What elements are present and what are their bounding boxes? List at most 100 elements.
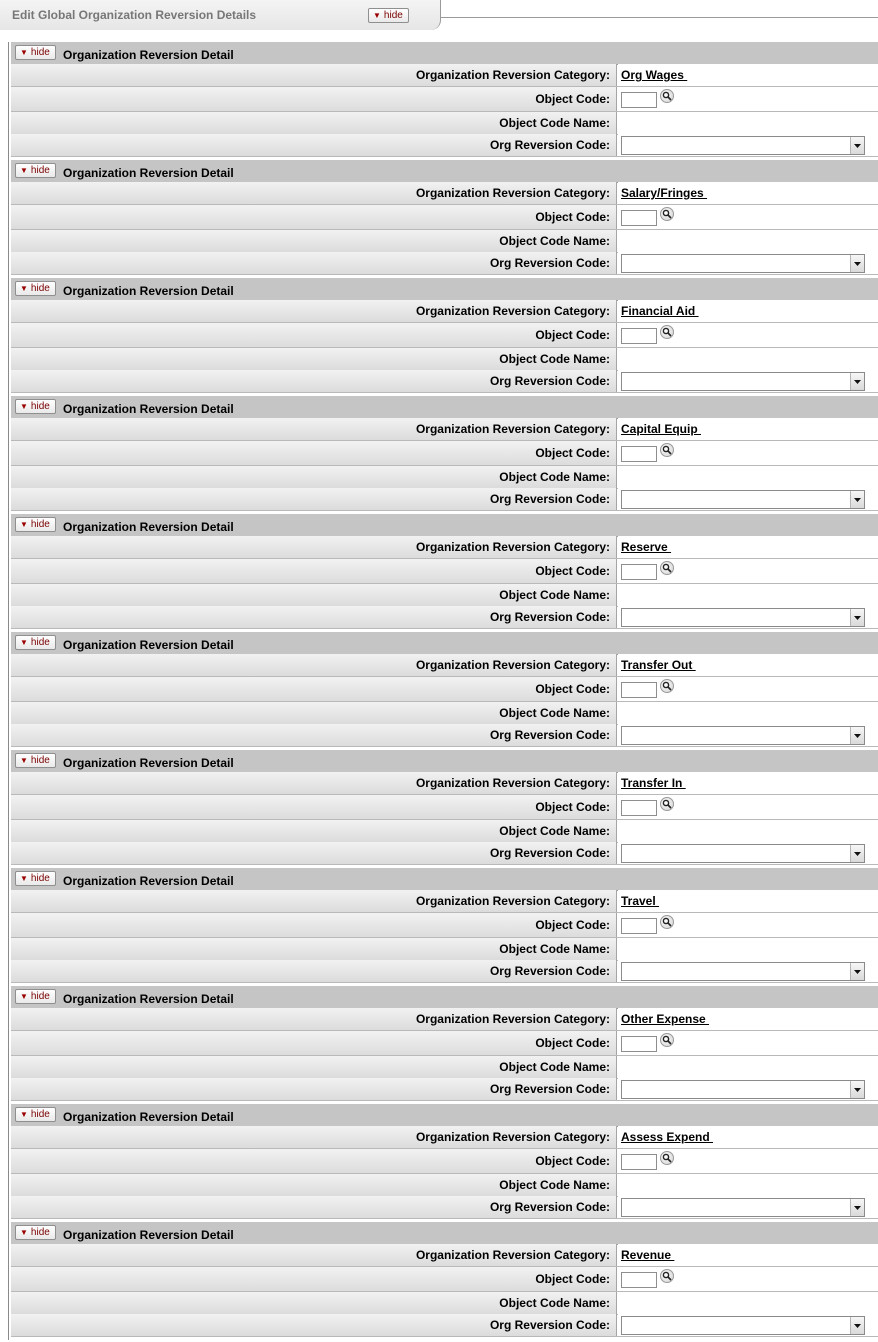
org-reversion-code-select[interactable] (621, 1080, 865, 1099)
org-reversion-code-select[interactable] (621, 726, 865, 745)
org-reversion-code-value-cell (618, 960, 878, 982)
org-reversion-code-row: Org Reversion Code: (11, 724, 878, 747)
magnifier-icon[interactable] (660, 207, 674, 221)
category-row: Organization Reversion Category: Travel (11, 890, 878, 913)
object-code-value-cell (618, 1031, 878, 1055)
object-code-label: Object Code: (11, 441, 617, 465)
magnifier-icon[interactable] (660, 679, 674, 693)
org-reversion-code-label: Org Reversion Code: (11, 134, 617, 156)
section-title: Organization Reversion Detail (63, 992, 234, 1006)
org-reversion-code-select[interactable] (621, 1316, 865, 1335)
object-code-value-cell (618, 559, 878, 583)
category-value-cell: Other Expense (618, 1008, 878, 1030)
org-reversion-code-select[interactable] (621, 372, 865, 391)
section-hide-button[interactable]: ▼ hide (15, 1225, 56, 1240)
object-code-input[interactable] (621, 1272, 657, 1288)
magnifier-icon[interactable] (660, 325, 674, 339)
object-code-input[interactable] (621, 918, 657, 934)
object-code-name-value (618, 702, 878, 724)
magnifier-icon[interactable] (660, 443, 674, 457)
org-reversion-code-value-cell (618, 606, 878, 628)
magnifier-icon[interactable] (660, 89, 674, 103)
category-value-cell: Salary/Fringes (618, 182, 878, 204)
category-link[interactable]: Capital Equip (621, 422, 701, 436)
section-hide-button[interactable]: ▼ hide (15, 517, 56, 532)
category-link[interactable]: Other Expense (621, 1012, 709, 1026)
object-code-name-row: Object Code Name: (11, 820, 878, 843)
triangle-down-icon: ▼ (20, 284, 28, 293)
object-code-row: Object Code: (11, 205, 878, 230)
object-code-input[interactable] (621, 564, 657, 580)
object-code-name-row: Object Code Name: (11, 1056, 878, 1079)
magnifier-icon[interactable] (660, 1151, 674, 1165)
category-label: Organization Reversion Category: (11, 1008, 617, 1030)
magnifier-icon[interactable] (660, 1269, 674, 1283)
section-hide-button[interactable]: ▼ hide (15, 45, 56, 60)
section-hide-button[interactable]: ▼ hide (15, 753, 56, 768)
object-code-label: Object Code: (11, 559, 617, 583)
category-link[interactable]: Transfer Out (621, 658, 696, 672)
category-link[interactable]: Financial Aid (621, 304, 699, 318)
org-reversion-code-select[interactable] (621, 844, 865, 863)
hide-button-label: hide (30, 401, 50, 412)
category-link[interactable]: Revenue (621, 1248, 674, 1262)
object-code-input[interactable] (621, 800, 657, 816)
object-code-value-cell (618, 795, 878, 819)
org-reversion-code-row: Org Reversion Code: (11, 370, 878, 393)
triangle-down-icon: ▼ (20, 1110, 28, 1119)
section-hide-button[interactable]: ▼ hide (15, 871, 56, 886)
org-reversion-code-label: Org Reversion Code: (11, 724, 617, 746)
object-code-name-value (618, 1056, 878, 1078)
org-reversion-code-select[interactable] (621, 608, 865, 627)
category-link[interactable]: Reserve (621, 540, 671, 554)
object-code-input[interactable] (621, 682, 657, 698)
section-hide-button[interactable]: ▼ hide (15, 635, 56, 650)
category-link[interactable]: Org Wages (621, 68, 687, 82)
object-code-input[interactable] (621, 92, 657, 108)
object-code-label: Object Code: (11, 677, 617, 701)
section-header: ▼ hide Organization Reversion Detail (11, 986, 878, 1009)
section-title: Organization Reversion Detail (63, 638, 234, 652)
category-link[interactable]: Transfer In (621, 776, 686, 790)
section-hide-button[interactable]: ▼ hide (15, 989, 56, 1004)
triangle-down-icon: ▼ (20, 166, 28, 175)
org-reversion-code-select[interactable] (621, 1198, 865, 1217)
section-hide-button[interactable]: ▼ hide (15, 163, 56, 178)
object-code-input[interactable] (621, 446, 657, 462)
category-link[interactable]: Salary/Fringes (621, 186, 707, 200)
magnifier-icon[interactable] (660, 915, 674, 929)
section-hide-button[interactable]: ▼ hide (15, 281, 56, 296)
magnifier-icon[interactable] (660, 1033, 674, 1047)
org-reversion-detail-section: ▼ hide Organization Reversion Detail Orga… (8, 868, 878, 986)
org-reversion-code-select[interactable] (621, 490, 865, 509)
object-code-row: Object Code: (11, 1149, 878, 1174)
org-reversion-code-value-cell (618, 370, 878, 392)
section-hide-button[interactable]: ▼ hide (15, 399, 56, 414)
object-code-input[interactable] (621, 210, 657, 226)
category-label: Organization Reversion Category: (11, 1244, 617, 1266)
section-header: ▼ hide Organization Reversion Detail (11, 514, 878, 537)
magnifier-icon[interactable] (660, 561, 674, 575)
org-reversion-code-row: Org Reversion Code: (11, 1078, 878, 1101)
category-link[interactable]: Assess Expend (621, 1130, 713, 1144)
magnifier-icon[interactable] (660, 797, 674, 811)
chevron-down-icon (850, 373, 864, 390)
org-reversion-code-label: Org Reversion Code: (11, 252, 617, 274)
object-code-label: Object Code: (11, 1149, 617, 1173)
object-code-input[interactable] (621, 1036, 657, 1052)
org-reversion-code-select[interactable] (621, 962, 865, 981)
tab-hide-button[interactable]: ▼ hide (368, 8, 409, 23)
category-label: Organization Reversion Category: (11, 1126, 617, 1148)
section-hide-button[interactable]: ▼ hide (15, 1107, 56, 1122)
object-code-name-value (618, 1174, 878, 1196)
hide-button-label: hide (30, 1227, 50, 1238)
object-code-input[interactable] (621, 1154, 657, 1170)
org-reversion-code-select[interactable] (621, 254, 865, 273)
object-code-row: Object Code: (11, 87, 878, 112)
object-code-input[interactable] (621, 328, 657, 344)
category-link[interactable]: Travel (621, 894, 659, 908)
section-title: Organization Reversion Detail (63, 756, 234, 770)
tab-edit-global-org-reversion-details: Edit Global Organization Reversion Detai… (0, 0, 441, 30)
org-reversion-code-select[interactable] (621, 136, 865, 155)
object-code-name-row: Object Code Name: (11, 348, 878, 371)
